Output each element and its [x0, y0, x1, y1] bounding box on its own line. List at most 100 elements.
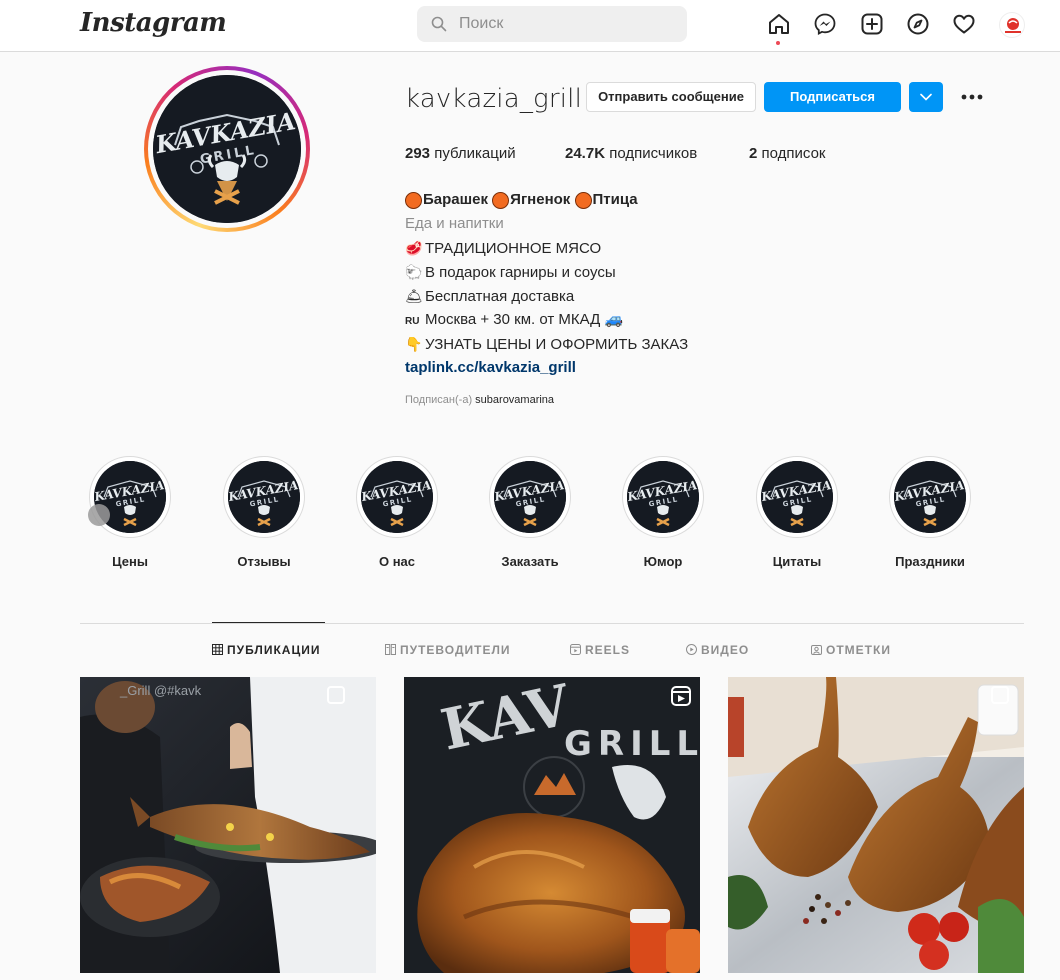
video-icon: [686, 644, 697, 655]
profile-username: kavkazia_grill: [405, 84, 583, 114]
highlight-cover: KAVKAZIA GRILL: [894, 461, 966, 533]
post-thumbnail[interactable]: KAV GRILL: [404, 677, 700, 973]
post-thumbnail[interactable]: _Grill @#kavk: [80, 677, 376, 973]
post-overlay-text: GRILL: [564, 724, 700, 764]
bio-line-text: УЗНАТЬ ЦЕНЫ И ОФОРМИТЬ ЗАКАЗ: [425, 336, 689, 353]
tab-posts[interactable]: ПУБЛИКАЦИИ: [212, 643, 320, 657]
tab-label: ВИДЕО: [701, 643, 750, 657]
send-message-button[interactable]: Отправить сообщение: [586, 82, 756, 112]
highlight-cover-ring: KAVKAZIA GRILL: [489, 456, 571, 538]
highlight-label: О нас: [378, 554, 416, 569]
following-label: подписок: [761, 145, 826, 162]
tab-label: ПУБЛИКАЦИИ: [227, 643, 321, 657]
tab-label: ПУТЕВОДИТЕЛИ: [400, 643, 511, 657]
tab-reels[interactable]: REELS: [570, 643, 630, 657]
bio-line: RU Москва + 30 км. от МКАД 🚙: [405, 308, 905, 332]
profile-picture-frame: KAVKAZIA GRILL: [148, 70, 306, 228]
tab-label: REELS: [585, 643, 631, 657]
orange-circle-icon: [405, 191, 422, 209]
followed-by-text[interactable]: Подписан(-а) subarovamarina: [405, 394, 554, 406]
highlight-cover-ring: KAVKAZIA GRILL: [356, 456, 438, 538]
home-active-dot: [776, 41, 780, 45]
highlight-label: Заказать: [501, 554, 559, 569]
profile-category: Еда и напитки: [405, 215, 504, 232]
kavkazia-logo-icon: KAVKAZIAGRILL: [361, 461, 433, 533]
name-part: Птица: [592, 191, 638, 208]
story-highlight[interactable]: KAVKAZIA GRILL Праздники: [888, 456, 972, 569]
instagram-logo[interactable]: Instagram: [80, 8, 227, 38]
follow-button[interactable]: Подписаться: [764, 82, 901, 112]
bio-line: 🥩 ТРАДИЦИОННОЕ МЯСО: [405, 236, 905, 260]
highlight-label: Цены: [112, 554, 148, 569]
russia-flag-icon: RU: [405, 316, 420, 327]
search-input[interactable]: [459, 14, 669, 34]
story-highlight[interactable]: KAVKAZIA GRILL Юмор: [621, 456, 705, 569]
name-part: Барашек: [423, 191, 488, 208]
followers-label: подписчиков: [609, 145, 698, 162]
avatar-logo-icon: [1005, 18, 1021, 33]
grid-icon: [212, 644, 223, 655]
more-options-icon[interactable]: [958, 86, 986, 108]
messenger-icon[interactable]: [813, 12, 837, 36]
post-image-chef-fish: _Grill @#kavk: [80, 677, 376, 973]
kavkazia-logo-icon: KAVKAZIAGRILL: [494, 461, 566, 533]
bio-line: 👇 УЗНАТЬ ЦЕНЫ И ОФОРМИТЬ ЗАКАЗ: [405, 332, 905, 356]
highlight-cover-ring: KAVKAZIA GRILL: [223, 456, 305, 538]
posts-count: 293: [405, 145, 431, 162]
post-overlay-text: _Grill @#kavk: [119, 683, 202, 698]
tab-guides[interactable]: ПУТЕВОДИТЕЛИ: [385, 643, 511, 657]
highlight-cover-ring: KAVKAZIA GRILL: [622, 456, 704, 538]
highlight-label: Юмор: [643, 554, 683, 569]
pointing-down-icon: 👇: [405, 336, 423, 352]
story-highlight[interactable]: KAVKAZIA GRILL Заказать: [488, 456, 572, 569]
name-part: Ягненок: [510, 191, 571, 208]
tab-label: ОТМЕТКИ: [826, 643, 891, 657]
story-highlight[interactable]: KAVKAZIA GRILL Цитаты: [755, 456, 839, 569]
posts-count-stat: 293 публикаций: [405, 145, 516, 162]
sheep-icon: 🐑: [405, 264, 423, 280]
bio-line-text: ТРАДИЦИОННОЕ МЯСО: [425, 240, 602, 257]
kavkazia-logo-icon: KAVKAZIAGRILL: [761, 461, 833, 533]
highlight-label: Цитаты: [772, 554, 822, 569]
post-image-roasted-lamb: [728, 677, 1024, 973]
tab-tagged[interactable]: ОТМЕТКИ: [811, 643, 891, 657]
highlight-cover: KAVKAZIA GRILL: [761, 461, 833, 533]
tagged-icon: [811, 645, 822, 655]
search-box[interactable]: [417, 6, 687, 42]
kavkazia-logo-icon: KAVKAZIAGRILL: [228, 461, 300, 533]
followed-by-username: subarovamarina: [475, 394, 555, 406]
following-stat[interactable]: 2 подписок: [749, 145, 825, 162]
highlight-cover: KAVKAZIA GRILL: [494, 461, 566, 533]
meat-icon: 🥩: [405, 240, 423, 256]
post-thumbnail[interactable]: [728, 677, 1024, 973]
activity-heart-icon[interactable]: [952, 12, 976, 36]
highlight-scroll-indicator: [88, 504, 110, 526]
orange-circle-icon: [492, 191, 510, 209]
bio-line-text: В подарок гарниры и соусы: [425, 264, 616, 281]
tab-video[interactable]: ВИДЕО: [686, 643, 749, 657]
tabs-divider: [80, 623, 1024, 624]
story-highlight[interactable]: KAVKAZIA GRILL О нас: [355, 456, 439, 569]
profile-avatar-icon[interactable]: [999, 12, 1025, 38]
bio-line-text: Бесплатная доставка: [425, 288, 575, 305]
bio-line: 🛎 Бесплатная доставка: [405, 284, 905, 308]
bio-line-text: Москва + 30 км. от МКАД 🚙: [425, 311, 624, 328]
story-highlight[interactable]: KAVKAZIA GRILL Отзывы: [222, 456, 306, 569]
new-post-icon[interactable]: [860, 12, 884, 36]
followed-by-prefix: Подписан(-а): [405, 394, 473, 406]
followers-count: 24.7K: [565, 145, 606, 162]
kavkazia-logo-icon: KAVKAZIAGRILL: [627, 461, 699, 533]
bio-line: 🐑 В подарок гарниры и соусы: [405, 260, 905, 284]
suggested-accounts-dropdown-button[interactable]: [909, 82, 943, 112]
post-image-grilled-chicken: KAV GRILL: [404, 677, 700, 973]
profile-picture-story-ring[interactable]: KAVKAZIA GRILL: [144, 66, 310, 232]
explore-icon[interactable]: [906, 12, 930, 36]
home-icon[interactable]: [767, 12, 791, 36]
highlight-cover: KAVKAZIA GRILL: [228, 461, 300, 533]
profile-website-link[interactable]: taplink.cc/kavkazia_grill: [405, 356, 905, 380]
top-navigation-bar: Instagram: [0, 0, 1060, 52]
followers-stat[interactable]: 24.7K подписчиков: [565, 145, 697, 162]
orange-circle-icon: [574, 191, 592, 209]
chevron-down-icon: [920, 93, 932, 101]
highlight-cover: KAVKAZIA GRILL: [361, 461, 433, 533]
